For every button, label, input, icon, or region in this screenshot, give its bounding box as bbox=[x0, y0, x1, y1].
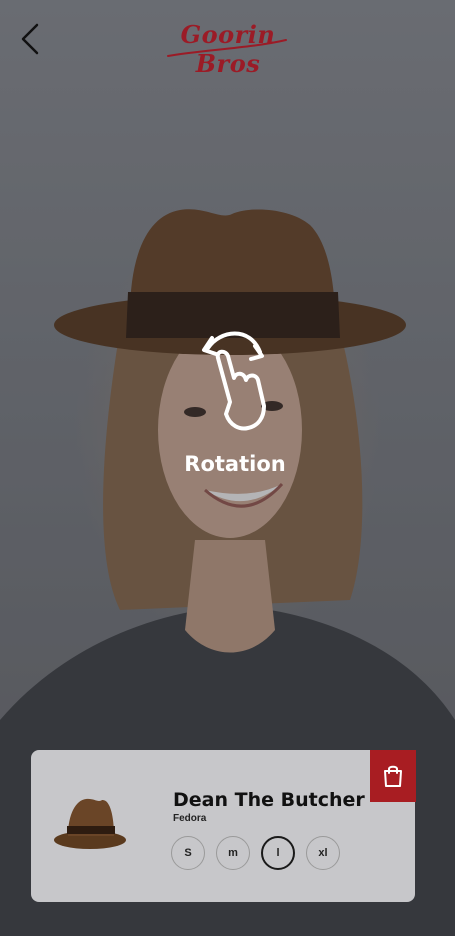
add-to-bag-button[interactable] bbox=[370, 750, 416, 802]
size-option-l[interactable]: l bbox=[261, 836, 295, 870]
rotate-gesture-icon bbox=[202, 331, 266, 431]
size-option-s[interactable]: S bbox=[171, 836, 205, 870]
logo-underline-icon bbox=[167, 39, 287, 57]
hat-thumbnail-icon bbox=[54, 798, 126, 849]
gesture-hint-label: Rotation bbox=[184, 452, 286, 476]
product-type: Fedora bbox=[173, 813, 207, 824]
size-selector: S m l xl bbox=[171, 836, 340, 870]
shopping-bag-icon bbox=[384, 765, 402, 787]
size-option-xl[interactable]: xl bbox=[306, 836, 340, 870]
product-thumbnail bbox=[50, 790, 130, 854]
size-option-m[interactable]: m bbox=[216, 836, 250, 870]
brand-logo: Goorin Bros bbox=[162, 14, 294, 78]
rotate-gesture-hint bbox=[160, 322, 310, 442]
chevron-left-icon bbox=[21, 23, 39, 55]
product-name: Dean The Butcher bbox=[173, 789, 365, 811]
back-button[interactable] bbox=[14, 22, 46, 56]
